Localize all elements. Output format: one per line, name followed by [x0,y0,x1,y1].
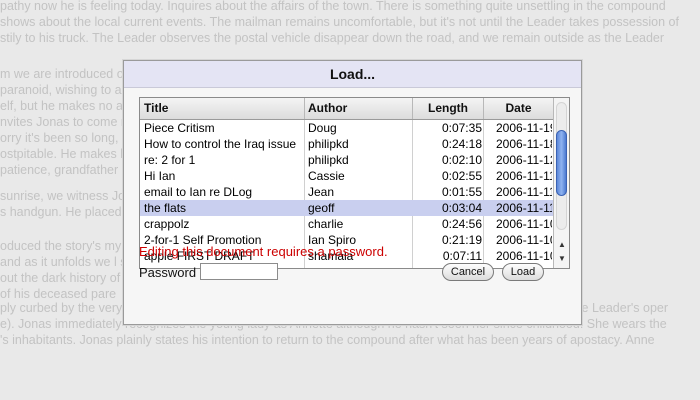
document-length: 0:07:11 [442,249,482,263]
document-title: email to Ian re DLog [144,185,253,199]
document-length: 0:03:04 [441,201,482,215]
document-date: 2006-11-19 [496,121,552,135]
document-row[interactable]: How to control the Iraq issue philipkd 0:2… [140,136,553,152]
document-length: 0:24:18 [441,137,482,151]
document-title: the flats [144,201,187,215]
column-date-label: Date [505,101,532,115]
document-row[interactable]: re: 2 for 1 philipkd 0:02:10 2006-11-12 [140,152,553,168]
document-author: philipkd [308,153,349,167]
background-text-line: 's inhabitants. Jonas plainly states his… [0,333,655,347]
document-title: Piece Critism [144,121,215,135]
document-length: 0:02:10 [441,153,482,167]
background-text-line: pathy now he is feeling today. Inquires … [0,0,666,13]
document-length: 0:21:19 [441,233,482,247]
load-button[interactable]: Load [502,263,544,281]
document-date: 2006-11-11 [496,185,552,199]
column-author-label: Author [308,101,348,115]
document-author: charlie [308,217,344,231]
document-title: Hi Ian [144,169,176,183]
document-author: Cassie [308,169,345,183]
scroll-down-arrow-icon[interactable]: ▼ [554,252,569,265]
column-title-label: Title [144,101,169,115]
document-date: 2006-11-11 [496,201,552,215]
password-input[interactable] [200,263,278,280]
column-header-title[interactable]: Title [140,98,305,119]
cancel-button[interactable]: Cancel [442,263,494,281]
document-date: 2006-11-10 [496,249,552,263]
document-row[interactable]: the flats geoff 0:03:04 2006-11-11 [140,200,553,216]
column-header-date[interactable]: Date [484,98,553,119]
document-length: 0:01:55 [441,185,482,199]
column-header-author[interactable]: Author [305,98,413,119]
password-label: Password [139,265,197,280]
document-author: Doug [308,121,337,135]
column-length-label: Length [428,101,468,115]
load-dialog: Load... Title Author Length Date Piece C… [123,60,582,325]
background-text-line: stily to his truck. The Leader observes … [0,31,665,45]
document-title: re: 2 for 1 [144,153,196,167]
background-text-line: shows about the local current events. Th… [0,15,679,29]
column-header-length[interactable]: Length [413,98,484,119]
scroll-up-arrow-icon[interactable]: ▲ [554,238,569,251]
list-header: Title Author Length Date [140,98,569,120]
document-length: 0:24:56 [441,217,482,231]
document-length: 0:07:35 [441,121,482,135]
document-date: 2006-11-12 [496,153,552,167]
document-title: How to control the Iraq issue [144,137,297,151]
document-title: crappolz [144,217,190,231]
password-warning: Editing this document requires a passwor… [139,244,388,259]
document-date: 2006-11-10 [496,233,552,247]
document-row[interactable]: crappolz charlie 0:24:56 2006-11-10 [140,216,553,232]
document-row[interactable]: Piece Critism Doug 0:07:35 2006-11-19 [140,120,553,136]
document-date: 2006-11-18 [496,137,552,151]
document-date: 2006-11-11 [496,169,552,183]
document-author: philipkd [308,137,349,151]
scroll-thumb[interactable] [556,130,567,196]
dialog-title: Load... [124,61,581,88]
document-length: 0:02:55 [441,169,482,183]
document-row[interactable]: Hi Ian Cassie 0:02:55 2006-11-11 [140,168,553,184]
document-date: 2006-11-10 [496,217,552,231]
vertical-scrollbar[interactable]: ▲ ▼ [553,98,569,268]
document-author: Jean [308,185,335,199]
document-row[interactable]: email to Ian re DLog Jean 0:01:55 2006-11-1… [140,184,553,200]
document-author: geoff [308,201,335,215]
